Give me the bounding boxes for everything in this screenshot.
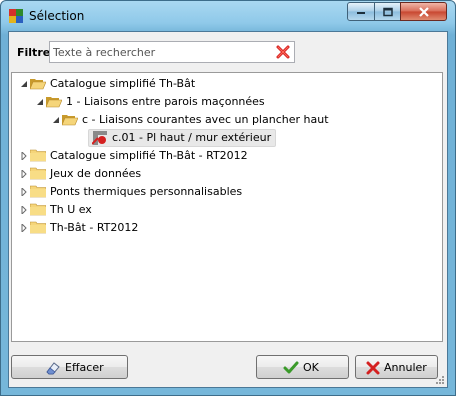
tree-node-label: c - Liaisons courantes avec un plancher … [82, 113, 329, 126]
collapsed-triangle-icon[interactable] [20, 206, 28, 214]
maximize-button[interactable] [374, 2, 401, 21]
tree-node-label: Ponts thermiques personnalisables [50, 185, 243, 198]
app-icon [9, 9, 23, 23]
expanded-triangle-icon[interactable] [52, 116, 60, 124]
tree-node[interactable]: Th-Bât - RT2012 [16, 219, 416, 237]
collapsed-triangle-icon[interactable] [20, 170, 28, 178]
tree-node-label: Catalogue simplifié Th-Bât - RT2012 [50, 149, 248, 162]
close-icon [418, 6, 429, 17]
tree-node[interactable]: Jeux de données [16, 165, 416, 183]
x-icon [366, 361, 380, 375]
tree-node[interactable]: 1 - Liaisons entre parois maçonnées [32, 93, 432, 111]
collapsed-triangle-icon[interactable] [20, 188, 28, 196]
checkmark-icon [283, 361, 299, 374]
thermal-bridge-icon [92, 131, 107, 145]
tree-node-label: Jeux de données [50, 167, 142, 180]
tree-node-label: c.01 - Pl haut / mur extérieur [112, 131, 272, 144]
filter-input[interactable] [53, 43, 263, 61]
cancel-button[interactable]: Annuler [355, 355, 438, 379]
window-title: Sélection [29, 9, 85, 23]
dialog-body: Filtre Catalogue simplifié Th-Bât 1 - Li… [8, 31, 448, 388]
tree-node[interactable]: Catalogue simplifié Th-Bât - RT2012 [16, 147, 416, 165]
resize-grip-icon[interactable] [435, 375, 445, 385]
expanded-triangle-icon[interactable] [36, 98, 44, 106]
dialog-window: Sélection Filtre Catalogue simplifié Th-… [0, 0, 456, 396]
folder-open-icon [46, 97, 62, 108]
filter-field[interactable] [49, 41, 295, 63]
tree-node[interactable]: Th U ex [16, 201, 416, 219]
folder-icon [30, 185, 46, 198]
ok-button[interactable]: OK [256, 355, 349, 379]
expanded-triangle-icon[interactable] [20, 80, 28, 88]
maximize-icon [382, 7, 393, 16]
cancel-button-label: Annuler [384, 361, 427, 374]
title-bar[interactable]: Sélection [1, 1, 455, 31]
tree-node-label: Th-Bât - RT2012 [50, 221, 139, 234]
folder-icon [30, 203, 46, 216]
folder-icon [30, 149, 46, 162]
tree-node-selected[interactable]: c.01 - Pl haut / mur extérieur [92, 129, 292, 147]
ok-button-label: OK [303, 361, 319, 374]
collapsed-triangle-icon[interactable] [20, 224, 28, 232]
minimize-button[interactable] [347, 2, 375, 21]
clear-button[interactable]: Effacer [11, 355, 128, 379]
folder-icon [30, 167, 46, 180]
tree-node-label: 1 - Liaisons entre parois maçonnées [66, 95, 265, 108]
tree-node[interactable]: Ponts thermiques personnalisables [16, 183, 416, 201]
tree-node-label: Th U ex [50, 203, 92, 216]
tree-node[interactable]: c - Liaisons courantes avec un plancher … [48, 111, 438, 129]
collapsed-triangle-icon[interactable] [20, 152, 28, 160]
filter-label: Filtre [17, 46, 51, 59]
clear-button-label: Effacer [65, 361, 104, 374]
folder-open-icon [30, 79, 46, 90]
close-button[interactable] [400, 2, 447, 21]
minimize-icon [357, 11, 365, 14]
clear-x-icon[interactable] [275, 44, 291, 60]
tree-node[interactable]: Catalogue simplifié Th-Bât [16, 75, 416, 93]
folder-icon [30, 221, 46, 234]
tree-node-label: Catalogue simplifié Th-Bât [50, 77, 196, 90]
folder-open-icon [62, 115, 78, 126]
tree-view[interactable]: Catalogue simplifié Th-Bât 1 - Liaisons … [11, 72, 443, 342]
eraser-icon [46, 362, 60, 375]
